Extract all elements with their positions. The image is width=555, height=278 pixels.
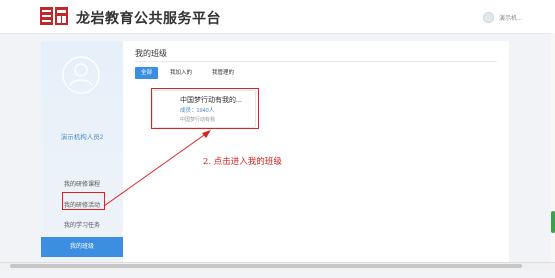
divider [135, 61, 497, 62]
annotation-text: 2. 点击进入我的班级 [203, 157, 282, 167]
tab-joined[interactable]: 我加入的 [164, 67, 198, 79]
user-avatar-icon [482, 11, 494, 23]
horizontal-scroll-thumb[interactable] [10, 264, 522, 268]
page-title: 我的班级 [135, 49, 167, 58]
main-panel: 我的班级 全部 我加入的 我管理的 中国梦行动有我的... 成员：1940人 中… [123, 41, 509, 263]
vertical-scrollbar[interactable] [551, 33, 555, 262]
tab-managed[interactable]: 我管理的 [206, 67, 240, 79]
vertical-scroll-thumb[interactable] [551, 211, 555, 233]
highlight-box-sidebar-item [62, 192, 105, 210]
user-name: 演示机... [498, 15, 522, 22]
school-seal-logo[interactable] [39, 6, 69, 26]
sidebar: 演示机构人员2 我的研修课程 我的研修活动 我的学习任务 我的班级 我的项目 [41, 41, 123, 270]
top-header: 龙岩教育公共服务平台 演示机... [0, 0, 555, 34]
sidebar-item-my-class[interactable]: 我的班级 [41, 236, 123, 257]
highlight-box-class-card [151, 88, 259, 129]
tab-all[interactable]: 全部 [135, 67, 159, 79]
site-title[interactable]: 龙岩教育公共服务平台 [76, 8, 221, 28]
user-menu[interactable]: 演示机... [482, 10, 522, 24]
user-avatar-icon [62, 56, 100, 94]
sidebar-item-tasks[interactable]: 我的学习任务 [41, 216, 123, 237]
class-tabs: 全部 我加入的 我管理的 [135, 67, 248, 79]
profile-name: 演示机构人员2 [60, 134, 104, 141]
